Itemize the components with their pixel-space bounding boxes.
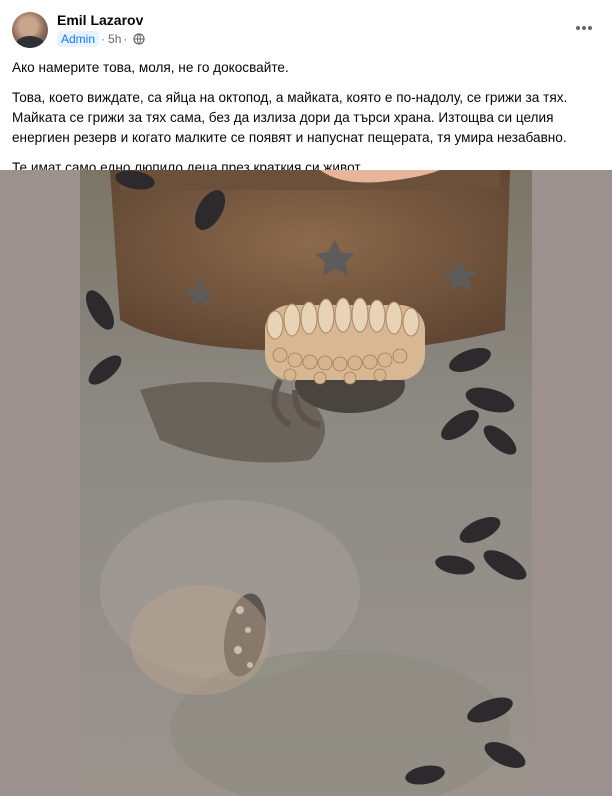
more-options-icon[interactable] [574, 18, 594, 38]
avatar[interactable] [12, 12, 48, 48]
admin-badge: Admin [57, 31, 100, 47]
post-time[interactable]: 5h [108, 32, 121, 46]
meta-separator-2: · [123, 32, 128, 46]
octopus-eggs-photo [80, 170, 532, 796]
post-text: Ако намерите това, моля, не го докосвайт… [12, 58, 600, 188]
post-meta: Admin · 5h · [57, 31, 145, 47]
post-photo[interactable] [80, 170, 532, 796]
avatar-shirt [16, 36, 44, 48]
egg-cluster [265, 297, 425, 385]
post-header: Emil Lazarov Admin · 5h · [0, 0, 612, 60]
facebook-post: Emil Lazarov Admin · 5h · Ако намерите т… [0, 0, 612, 796]
globe-icon [133, 33, 145, 45]
author-name[interactable]: Emil Lazarov [57, 12, 143, 28]
post-paragraph-1: Ако намерите това, моля, не го докосвайт… [12, 60, 289, 75]
ellipsis-icon [576, 26, 592, 30]
post-media[interactable] [0, 170, 612, 796]
post-paragraph-2: Това, което виждате, са яйца на октопод,… [12, 90, 568, 145]
meta-separator: · [101, 32, 106, 46]
